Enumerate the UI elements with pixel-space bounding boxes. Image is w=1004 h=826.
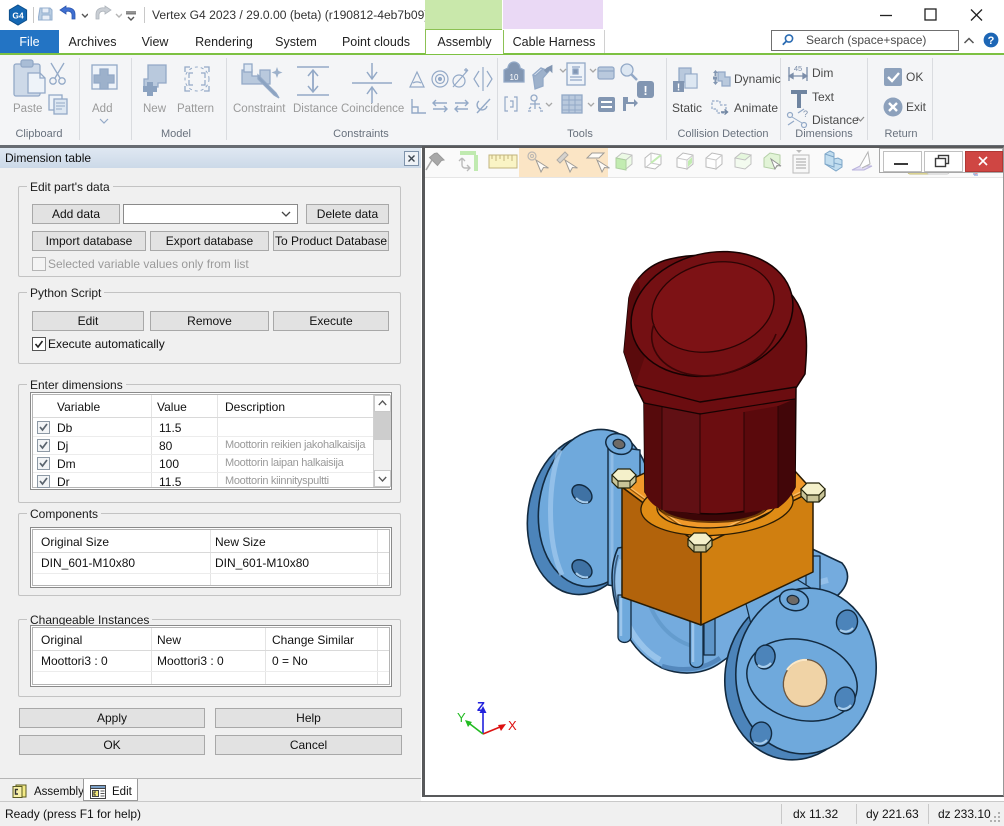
svg-text:?: ?	[988, 35, 995, 47]
svg-text:Z: Z	[477, 699, 485, 714]
svg-text:X: X	[508, 718, 517, 733]
svg-text:!: !	[643, 83, 647, 98]
svg-text:!: !	[677, 83, 680, 94]
svg-text:G4: G4	[12, 11, 24, 21]
svg-text:?: ?	[803, 109, 808, 119]
svg-text:10: 10	[510, 73, 519, 82]
svg-text:45: 45	[794, 64, 802, 73]
svg-text:Y: Y	[457, 710, 466, 725]
